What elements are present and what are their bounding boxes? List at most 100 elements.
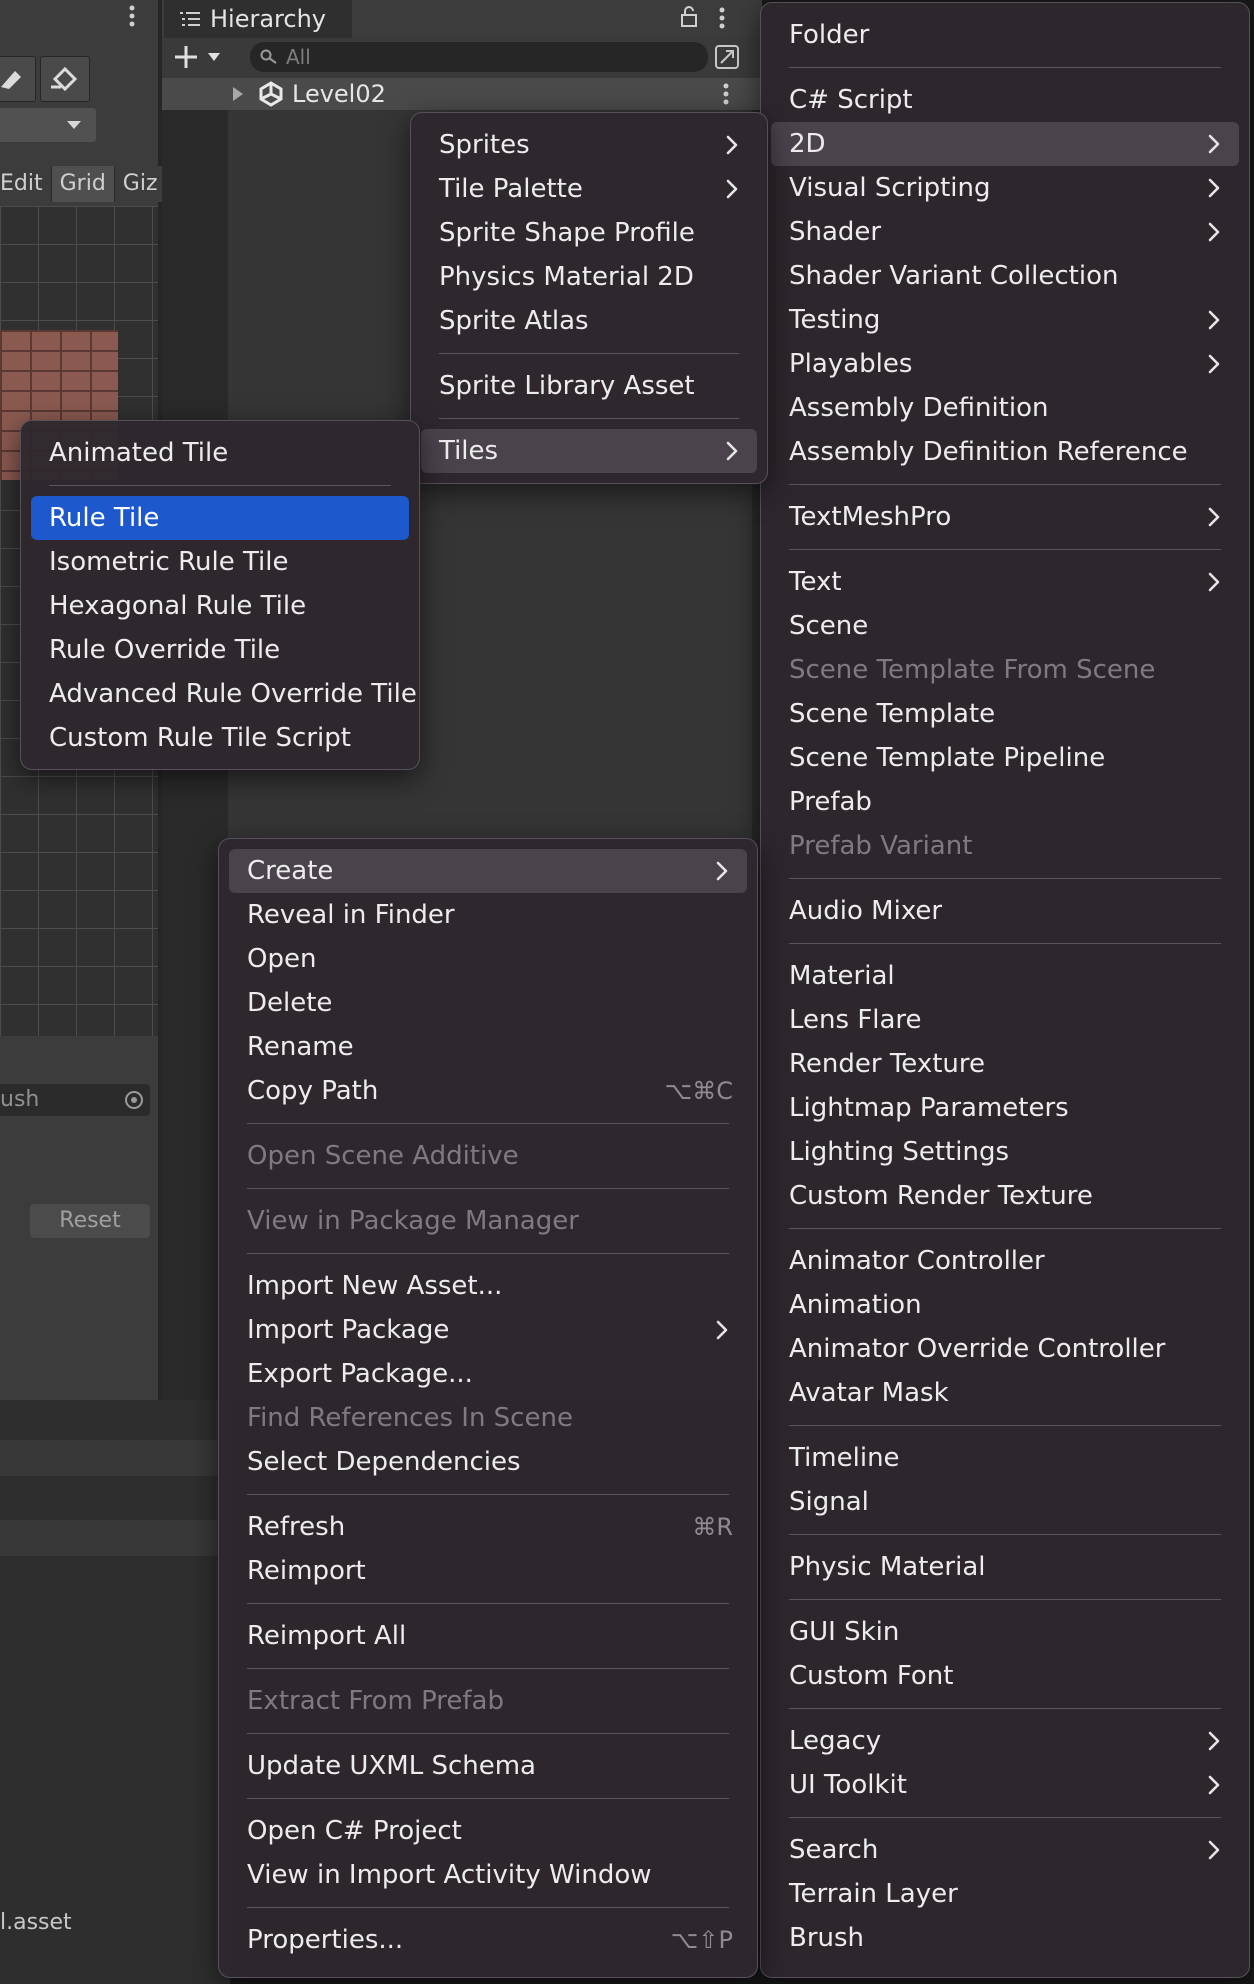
context-item-open-c-project[interactable]: Open C# Project — [229, 1809, 747, 1853]
create-item-physic-material[interactable]: Physic Material — [771, 1545, 1239, 1589]
eraser-icon — [1, 71, 21, 89]
2d-item-sprite-atlas[interactable]: Sprite Atlas — [421, 299, 757, 343]
create-item-scene[interactable]: Scene — [771, 604, 1239, 648]
2d-item-sprite-shape-profile[interactable]: Sprite Shape Profile — [421, 211, 757, 255]
create-item-signal[interactable]: Signal — [771, 1480, 1239, 1524]
create-item-c-script[interactable]: C# Script — [771, 78, 1239, 122]
menu-item-label: Testing — [789, 305, 881, 335]
brush-field[interactable]: ush — [0, 1084, 150, 1116]
create-item-audio-mixer[interactable]: Audio Mixer — [771, 889, 1239, 933]
context-item-import-new-asset[interactable]: Import New Asset... — [229, 1264, 747, 1308]
asset-filename[interactable]: l.asset — [0, 1910, 72, 1935]
tiles-item-rule-override-tile[interactable]: Rule Override Tile — [31, 628, 409, 672]
create-item-search[interactable]: Search — [771, 1828, 1239, 1872]
context-item-reimport-all[interactable]: Reimport All — [229, 1614, 747, 1658]
create-item-lens-flare[interactable]: Lens Flare — [771, 998, 1239, 1042]
menu-separator — [247, 1733, 729, 1734]
create-item-visual-scripting[interactable]: Visual Scripting — [771, 166, 1239, 210]
tiles-item-rule-tile[interactable]: Rule Tile — [31, 496, 409, 540]
create-item-2d[interactable]: 2D — [771, 122, 1239, 166]
tab-grid[interactable]: Grid — [51, 166, 115, 202]
create-item-custom-font[interactable]: Custom Font — [771, 1654, 1239, 1698]
create-item-gui-skin[interactable]: GUI Skin — [771, 1610, 1239, 1654]
create-item-scene-template-pipeline[interactable]: Scene Template Pipeline — [771, 736, 1239, 780]
create-item-lightmap-parameters[interactable]: Lightmap Parameters — [771, 1086, 1239, 1130]
create-item-avatar-mask[interactable]: Avatar Mask — [771, 1371, 1239, 1415]
tiles-item-advanced-rule-override-tile[interactable]: Advanced Rule Override Tile — [31, 672, 417, 716]
tiles-item-isometric-rule-tile[interactable]: Isometric Rule Tile — [31, 540, 409, 584]
context-item-import-package[interactable]: Import Package — [229, 1308, 747, 1352]
context-item-create[interactable]: Create — [229, 849, 747, 893]
menu-item-label: Physic Material — [789, 1552, 986, 1582]
reset-button[interactable]: Reset — [30, 1204, 150, 1238]
create-item-animator-override-controller[interactable]: Animator Override Controller — [771, 1327, 1239, 1371]
menu-item-label: 2D — [789, 129, 826, 159]
tab-gizmos[interactable]: Giz — [114, 166, 167, 202]
eraser-tool-button[interactable] — [0, 56, 36, 102]
menu-separator — [789, 1228, 1221, 1229]
menu-separator — [789, 878, 1221, 879]
context-item-select-dependencies[interactable]: Select Dependencies — [229, 1440, 747, 1484]
target-icon[interactable] — [124, 1090, 144, 1110]
context-item-open[interactable]: Open — [229, 937, 747, 981]
kebab-menu-icon[interactable] — [722, 82, 730, 106]
create-item-textmeshpro[interactable]: TextMeshPro — [771, 495, 1239, 539]
create-item-brush[interactable]: Brush — [771, 1916, 1239, 1960]
2d-item-tiles[interactable]: Tiles — [421, 429, 757, 473]
create-item-animator-controller[interactable]: Animator Controller — [771, 1239, 1239, 1283]
create-item-shader-variant-collection[interactable]: Shader Variant Collection — [771, 254, 1239, 298]
kebab-menu-icon[interactable] — [718, 6, 726, 30]
tool-dropdown[interactable] — [0, 108, 96, 142]
hierarchy-scene-row[interactable]: Level02 — [162, 78, 762, 110]
context-item-copy-path[interactable]: Copy Path ⌥⌘C — [229, 1069, 747, 1113]
context-item-properties[interactable]: Properties... ⌥⇧P — [229, 1918, 747, 1962]
context-item-update-uxml-schema[interactable]: Update UXML Schema — [229, 1744, 747, 1788]
2d-item-physics-material-2d[interactable]: Physics Material 2D — [421, 255, 757, 299]
add-icon[interactable] — [174, 44, 226, 70]
create-item-animation[interactable]: Animation — [771, 1283, 1239, 1327]
tiles-item-animated-tile[interactable]: Animated Tile — [31, 431, 409, 475]
expand-arrow-icon[interactable] — [232, 86, 244, 102]
create-item-terrain-layer[interactable]: Terrain Layer — [771, 1872, 1239, 1916]
context-item-view-in-import-activity-window[interactable]: View in Import Activity Window — [229, 1853, 747, 1897]
create-item-testing[interactable]: Testing — [771, 298, 1239, 342]
2d-item-sprite-library-asset[interactable]: Sprite Library Asset — [421, 364, 757, 408]
tiles-item-custom-rule-tile-script[interactable]: Custom Rule Tile Script — [31, 716, 409, 760]
context-item-rename[interactable]: Rename — [229, 1025, 747, 1069]
create-item-lighting-settings[interactable]: Lighting Settings — [771, 1130, 1239, 1174]
hierarchy-tab[interactable]: Hierarchy — [164, 0, 352, 38]
2d-item-sprites[interactable]: Sprites — [421, 123, 757, 167]
context-item-reveal-in-finder[interactable]: Reveal in Finder — [229, 893, 747, 937]
create-item-legacy[interactable]: Legacy — [771, 1719, 1239, 1763]
lock-icon[interactable] — [680, 6, 698, 28]
create-item-text[interactable]: Text — [771, 560, 1239, 604]
context-item-delete[interactable]: Delete — [229, 981, 747, 1025]
context-item-reimport[interactable]: Reimport — [229, 1549, 747, 1593]
create-item-assembly-definition-reference[interactable]: Assembly Definition Reference — [771, 430, 1239, 474]
menu-item-label: Hexagonal Rule Tile — [49, 591, 307, 621]
fill-tool-button[interactable] — [40, 56, 90, 102]
create-item-shader[interactable]: Shader — [771, 210, 1239, 254]
menu-separator — [247, 1494, 729, 1495]
create-item-prefab[interactable]: Prefab — [771, 780, 1239, 824]
create-item-custom-render-texture[interactable]: Custom Render Texture — [771, 1174, 1239, 1218]
menu-item-label: Visual Scripting — [789, 173, 991, 203]
create-item-playables[interactable]: Playables — [771, 342, 1239, 386]
create-item-ui-toolkit[interactable]: UI Toolkit — [771, 1763, 1239, 1807]
create-item-folder[interactable]: Folder — [771, 13, 1239, 57]
create-item-material[interactable]: Material — [771, 954, 1239, 998]
kebab-menu-icon[interactable] — [128, 4, 136, 28]
scene-visibility-icon[interactable] — [714, 44, 740, 70]
chevron-right-icon — [1203, 1730, 1225, 1752]
tiles-item-hexagonal-rule-tile[interactable]: Hexagonal Rule Tile — [31, 584, 409, 628]
menu-item-label: Delete — [247, 988, 333, 1018]
context-item-export-package[interactable]: Export Package... — [229, 1352, 747, 1396]
create-item-timeline[interactable]: Timeline — [771, 1436, 1239, 1480]
hierarchy-search-input[interactable]: All — [250, 42, 708, 72]
create-item-assembly-definition[interactable]: Assembly Definition — [771, 386, 1239, 430]
tab-edit[interactable]: Edit — [0, 166, 52, 202]
create-item-render-texture[interactable]: Render Texture — [771, 1042, 1239, 1086]
create-item-scene-template[interactable]: Scene Template — [771, 692, 1239, 736]
context-item-refresh[interactable]: Refresh ⌘R — [229, 1505, 747, 1549]
2d-item-tile-palette[interactable]: Tile Palette — [421, 167, 757, 211]
